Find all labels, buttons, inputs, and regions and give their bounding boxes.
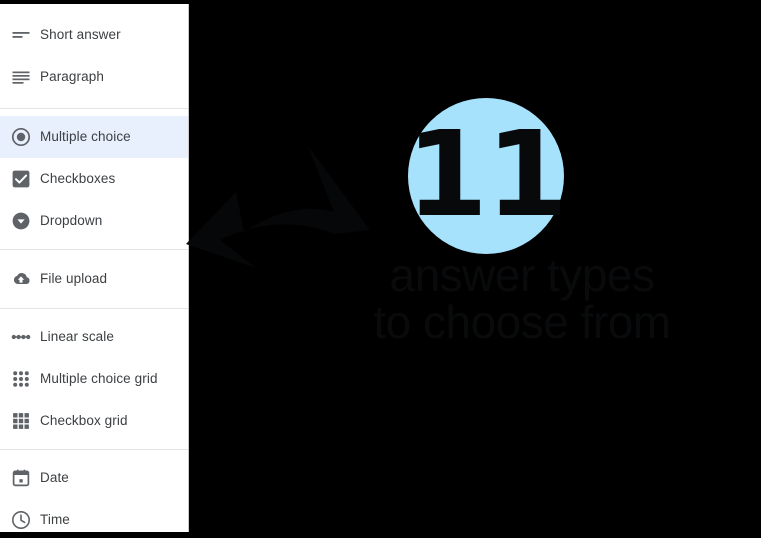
calendar-icon bbox=[10, 467, 32, 489]
menu-group-scale-and-grids: Linear scale Multiple choice grid Checkb… bbox=[0, 308, 188, 449]
dropdown-arrow-icon bbox=[10, 210, 32, 232]
menu-item-label: Checkboxes bbox=[40, 171, 116, 187]
menu-group-text-answers: Short answer Paragraph bbox=[0, 4, 188, 108]
menu-item-dropdown[interactable]: Dropdown bbox=[0, 200, 188, 242]
promo-headline-line-2: to choose from bbox=[373, 296, 671, 349]
menu-item-checkbox-grid[interactable]: Checkbox grid bbox=[0, 400, 188, 442]
menu-item-label: Date bbox=[40, 470, 69, 486]
menu-item-label: Checkbox grid bbox=[40, 413, 128, 429]
menu-item-label: Short answer bbox=[40, 27, 121, 43]
clock-icon bbox=[10, 509, 32, 531]
cloud-upload-icon bbox=[10, 268, 32, 290]
promo-panel: 11 answer types to choose from bbox=[186, 0, 761, 538]
question-type-menu: Short answer Paragraph Multiple choice C… bbox=[0, 4, 189, 532]
menu-group-file-upload: File upload bbox=[0, 249, 188, 308]
short-answer-icon bbox=[10, 24, 32, 46]
menu-item-label: Linear scale bbox=[40, 329, 114, 345]
answer-type-count-badge: 11 bbox=[405, 98, 568, 254]
paragraph-icon bbox=[10, 66, 32, 88]
menu-item-label: Paragraph bbox=[40, 69, 104, 85]
menu-item-short-answer[interactable]: Short answer bbox=[0, 14, 188, 56]
menu-item-file-upload[interactable]: File upload bbox=[0, 258, 188, 300]
linear-scale-icon bbox=[10, 326, 32, 348]
menu-item-label: Dropdown bbox=[40, 213, 103, 229]
menu-item-label: Time bbox=[40, 512, 70, 528]
menu-item-linear-scale[interactable]: Linear scale bbox=[0, 316, 188, 358]
promo-headline-line-1: answer types bbox=[389, 249, 655, 301]
menu-item-label: Multiple choice grid bbox=[40, 371, 158, 387]
menu-group-choice-answers: Multiple choice Checkboxes Dropdown bbox=[0, 108, 188, 249]
menu-item-date[interactable]: Date bbox=[0, 457, 188, 499]
menu-item-label: File upload bbox=[40, 271, 108, 287]
left-pointing-arrow-icon bbox=[184, 140, 384, 270]
promo-headline: answer types to choose from bbox=[282, 249, 761, 349]
radio-button-icon bbox=[10, 126, 32, 148]
menu-item-multiple-choice-grid[interactable]: Multiple choice grid bbox=[0, 358, 188, 400]
badge-number: 11 bbox=[405, 105, 568, 243]
menu-item-time[interactable]: Time bbox=[0, 499, 188, 532]
screenshot-stage: Short answer Paragraph Multiple choice C… bbox=[0, 0, 761, 538]
square-grid-icon bbox=[10, 410, 32, 432]
menu-item-label: Multiple choice bbox=[40, 129, 131, 145]
dot-grid-icon bbox=[10, 368, 32, 390]
menu-item-paragraph[interactable]: Paragraph bbox=[0, 56, 188, 98]
menu-item-checkboxes[interactable]: Checkboxes bbox=[0, 158, 188, 200]
menu-group-date-time: Date Time bbox=[0, 449, 188, 532]
menu-item-multiple-choice[interactable]: Multiple choice bbox=[0, 116, 188, 158]
checkbox-icon bbox=[10, 168, 32, 190]
